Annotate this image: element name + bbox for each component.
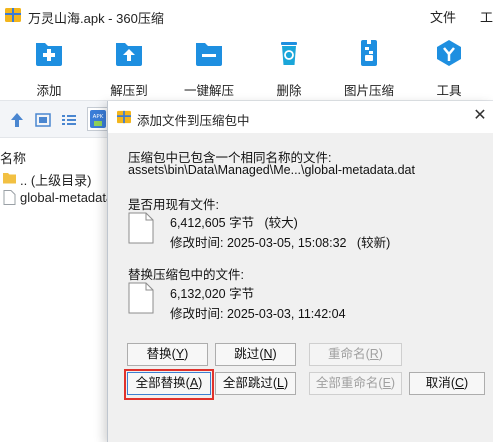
replacement-file-size: 6,132,020 字节: [170, 287, 255, 301]
add-label: 添加: [36, 84, 62, 98]
column-header-name[interactable]: 名称: [0, 148, 26, 167]
file-icon: [3, 190, 16, 205]
delete-button[interactable]: 删除: [249, 38, 329, 99]
replacement-file-modified: 修改时间: 2025-03-03, 11:42:04: [170, 307, 346, 321]
archive-app-icon: [5, 8, 21, 22]
rename-all-button[interactable]: 全部重命名(E): [309, 372, 402, 395]
delete-label: 删除: [276, 84, 302, 98]
list-icon[interactable]: [61, 112, 77, 128]
existing-file-size: 6,412,605 字节 (较大): [170, 216, 298, 230]
image-compress-button[interactable]: 图片压缩: [329, 38, 409, 99]
delete-icon: [281, 42, 297, 65]
document-icon: [128, 212, 154, 244]
tools-button[interactable]: 工具: [409, 38, 489, 99]
image-compress-icon: [361, 40, 377, 66]
window-title: 万灵山海.apk - 360压缩: [28, 11, 164, 26]
main-toolbar: 添加 解压到 一键解压 删除 图片压缩 工具: [0, 32, 493, 100]
existing-file-modified: 修改时间: 2025-03-05, 15:08:32 (较新): [170, 236, 391, 250]
highlight-box: [124, 369, 214, 400]
view-icon[interactable]: [35, 112, 51, 128]
apk-tab[interactable]: APK: [87, 107, 109, 131]
replace-button[interactable]: 替换(Y): [127, 343, 208, 366]
tools-icon: [437, 40, 461, 66]
list-item[interactable]: global-metadata: [0, 188, 120, 208]
extract-to-button[interactable]: 解压到: [89, 38, 169, 99]
up-arrow-icon[interactable]: [9, 112, 25, 128]
existing-size-note: (较大): [264, 216, 298, 230]
rename-button[interactable]: 重命名(R): [309, 343, 402, 366]
one-click-extract-button[interactable]: 一键解压: [169, 38, 249, 99]
svg-text:APK: APK: [93, 114, 104, 120]
replacement-file-label: 替换压缩包中的文件:: [128, 268, 244, 282]
add-button[interactable]: 添加: [9, 38, 89, 99]
one-click-extract-label: 一键解压: [183, 84, 234, 98]
dialog-titlebar: 添加文件到压缩包中 ✕: [108, 101, 493, 133]
one-click-extract-icon: [196, 43, 222, 66]
skip-button[interactable]: 跳过(N): [215, 343, 296, 366]
conflict-path: assets\bin\Data\Managed\Me...\global-met…: [128, 163, 415, 177]
document-icon: [128, 282, 154, 314]
dialog-title: 添加文件到压缩包中: [137, 114, 250, 128]
existing-file-label: 是否用现有文件:: [128, 198, 219, 212]
existing-modified-note: (较新): [356, 236, 391, 250]
archive-app-icon: [117, 110, 131, 124]
extract-to-label: 解压到: [110, 84, 148, 98]
file-name: .. (上级目录): [20, 173, 92, 188]
cancel-button[interactable]: 取消(C): [409, 372, 485, 395]
tools-label: 工具: [436, 84, 462, 98]
skip-all-button[interactable]: 全部跳过(L): [215, 372, 296, 395]
list-item[interactable]: .. (上级目录): [0, 168, 120, 188]
close-icon[interactable]: ✕: [472, 107, 488, 125]
apk-tab-icon: APK: [90, 110, 106, 128]
file-list: 名称 .. (上级目录) global-metadata: [0, 138, 120, 442]
add-icon: [36, 43, 62, 66]
folder-icon: [3, 173, 16, 184]
extract-to-icon: [116, 43, 142, 66]
menu-tools[interactable]: 工: [480, 7, 493, 26]
file-name: global-metadata: [20, 190, 114, 205]
window-titlebar: 万灵山海.apk - 360压缩 文件 工: [0, 0, 493, 32]
menu-file[interactable]: 文件: [430, 7, 456, 26]
image-compress-label: 图片压缩: [343, 84, 394, 98]
